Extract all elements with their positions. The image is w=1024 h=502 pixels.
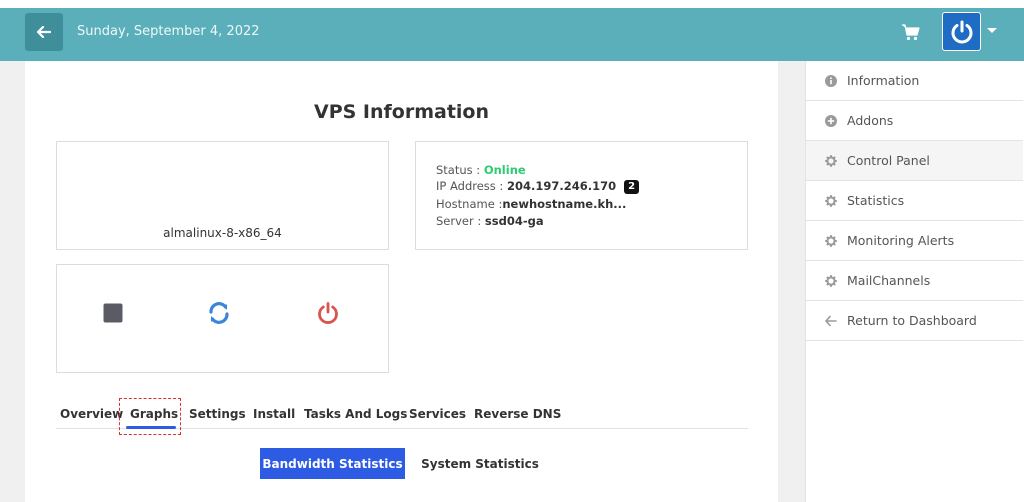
arrow-left-icon: [825, 315, 837, 327]
power-off-button[interactable]: [316, 301, 340, 325]
server-value: ssd04-ga: [484, 214, 544, 228]
tab-settings[interactable]: Settings: [189, 407, 246, 421]
sidebar-item-information[interactable]: Information: [806, 61, 1023, 101]
os-card: almalinux-8-x86_64: [56, 141, 389, 250]
power-controls-card: [56, 264, 389, 373]
tab-reverse-dns[interactable]: Reverse DNS: [474, 407, 561, 421]
sidebar-item-addons[interactable]: Addons: [806, 101, 1023, 141]
account-dropdown-caret[interactable]: [987, 28, 997, 33]
sidebar-item-control-panel[interactable]: Control Panel: [806, 141, 1023, 181]
os-name: almalinux-8-x86_64: [163, 226, 282, 240]
plus-circle-icon: [825, 114, 837, 127]
shopping-cart-icon: [902, 24, 920, 41]
sidebar-item-label: Statistics: [847, 193, 905, 208]
middle-gutter: [778, 61, 805, 502]
sidebar-item-label: Control Panel: [847, 153, 930, 168]
status-label: Status :: [436, 163, 484, 177]
current-date: Sunday, September 4, 2022: [77, 24, 260, 39]
arrow-left-icon: [37, 26, 51, 38]
back-button[interactable]: [25, 13, 63, 51]
sidebar-item-label: Information: [847, 73, 920, 88]
account-power-button[interactable]: [942, 12, 981, 51]
highlight-box: [119, 398, 181, 435]
stop-button[interactable]: [101, 301, 125, 325]
bandwidth-statistics-button[interactable]: Bandwidth Statistics: [260, 448, 405, 479]
stop-icon: [103, 303, 123, 323]
info-circle-icon: [825, 74, 837, 87]
sidebar-item-monitoring-alerts[interactable]: Monitoring Alerts: [806, 221, 1023, 261]
ip-label: IP Address :: [436, 179, 507, 193]
restart-button[interactable]: [207, 301, 231, 325]
ip-count-badge[interactable]: 2: [624, 179, 640, 194]
sidebar-item-label: MailChannels: [847, 273, 931, 288]
tab-tasks-and-logs[interactable]: Tasks And Logs: [304, 407, 407, 421]
status-value: Online: [483, 163, 526, 177]
sidebar-item-statistics[interactable]: Statistics: [806, 181, 1023, 221]
tab-install[interactable]: Install: [253, 407, 295, 421]
gear-icon: [825, 274, 837, 287]
cart-button[interactable]: [901, 22, 921, 42]
left-gutter: [0, 61, 25, 502]
server-line: Server : ssd04-ga: [436, 214, 544, 228]
system-statistics-button[interactable]: System Statistics: [420, 448, 540, 479]
sidebar-item-mailchannels[interactable]: MailChannels: [806, 261, 1023, 301]
power-icon: [951, 20, 972, 43]
restart-icon: [209, 302, 229, 324]
ip-value: 204.197.246.170: [506, 179, 617, 193]
gear-icon: [825, 234, 837, 247]
sidebar-item-label: Monitoring Alerts: [847, 233, 955, 248]
server-label: Server :: [436, 214, 485, 228]
sidebar-item-label: Addons: [847, 113, 894, 128]
hostname-value: newhostname.kh...: [502, 197, 627, 211]
sidebar: Information Addons Control Panel Statist…: [805, 61, 1023, 502]
power-off-icon: [318, 302, 338, 324]
gear-icon: [825, 194, 837, 207]
tab-overview[interactable]: Overview: [60, 407, 123, 421]
tab-services[interactable]: Services: [409, 407, 466, 421]
ip-line: IP Address : 204.197.246.170 2: [436, 179, 640, 194]
hostname-label: Hostname :: [436, 197, 503, 211]
sidebar-item-label: Return to Dashboard: [847, 313, 977, 328]
sidebar-item-return-to-dashboard[interactable]: Return to Dashboard: [806, 301, 1023, 341]
status-line: Status : Online: [436, 163, 526, 177]
gear-icon: [825, 154, 837, 167]
top-bar: Sunday, September 4, 2022: [0, 8, 1024, 61]
server-info-card: Status : Online IP Address : 204.197.246…: [415, 141, 748, 250]
hostname-line: Hostname :newhostname.kh...: [436, 197, 626, 211]
main-content: VPS Information almalinux-8-x86_64 Statu…: [25, 61, 778, 502]
page-title: VPS Information: [313, 101, 489, 123]
